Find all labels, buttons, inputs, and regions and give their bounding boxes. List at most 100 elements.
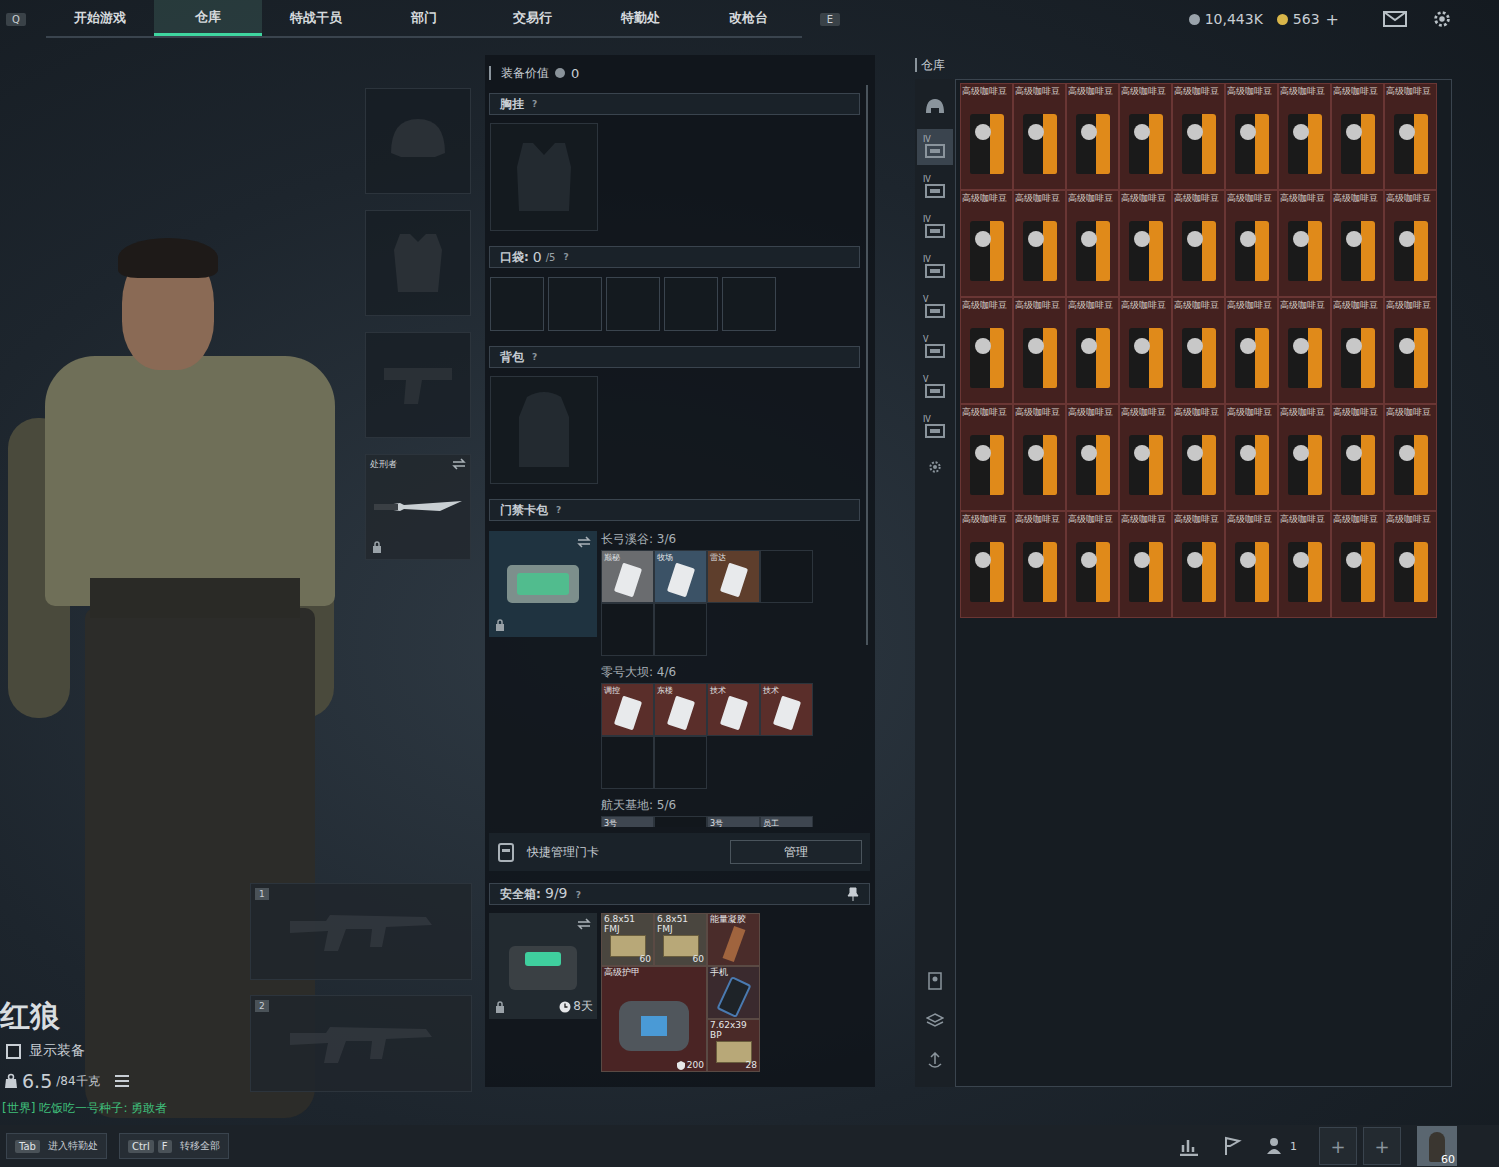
add-currency-button[interactable]: + (1326, 10, 1339, 29)
warehouse-item[interactable]: 高级咖啡豆 (1172, 297, 1225, 404)
backpack-slot[interactable] (490, 376, 598, 484)
warehouse-item[interactable]: 高级咖啡豆 (1384, 404, 1437, 511)
friends-button[interactable]: 1 (1266, 1137, 1297, 1155)
safe-box-item[interactable]: 高级护甲 200 (601, 966, 707, 1072)
pocket-slot[interactable] (490, 277, 544, 331)
invite-slot[interactable]: + (1319, 1127, 1357, 1165)
warehouse-tab[interactable]: V (917, 329, 953, 365)
safe-box-slot[interactable]: 8天 (489, 913, 597, 1019)
safe-box-item[interactable]: 手机 (707, 966, 760, 1019)
keycard-slot[interactable] (601, 603, 654, 656)
warehouse-item[interactable]: 高级咖啡豆 (1331, 190, 1384, 297)
warehouse-item[interactable]: 高级咖啡豆 (960, 190, 1013, 297)
warehouse-item[interactable]: 高级咖啡豆 (1384, 83, 1437, 190)
nav-tab[interactable]: 仓库 (154, 0, 262, 36)
key-hint-button[interactable]: CtrlF转移全部 (119, 1133, 229, 1159)
keycard-slot[interactable]: 3号 (601, 816, 654, 827)
gear-slot[interactable] (365, 88, 471, 194)
swap-icon[interactable] (577, 536, 591, 548)
list-icon[interactable] (114, 1074, 130, 1088)
pocket-slot[interactable] (722, 277, 776, 331)
warehouse-item[interactable]: 高级咖啡豆 (1119, 511, 1172, 618)
invite-slot[interactable]: + (1363, 1127, 1401, 1165)
safe-box-item[interactable]: 6.8x51 FMJ 60 (654, 913, 707, 966)
gear-slot[interactable]: 处刑者 (365, 454, 471, 560)
keycard-slot[interactable]: 东楼 (654, 683, 707, 736)
nav-tab[interactable]: 特勤处 (586, 0, 694, 36)
player-avatar[interactable]: 60 (1417, 1126, 1457, 1166)
warehouse-item[interactable]: 高级咖啡豆 (1331, 404, 1384, 511)
warehouse-tab[interactable]: IV (917, 209, 953, 245)
keycard-slot[interactable]: 牧场 (654, 550, 707, 603)
warehouse-item[interactable]: 高级咖啡豆 (1119, 190, 1172, 297)
safe-box-item[interactable]: 6.8x51 FMJ 60 (601, 913, 654, 966)
pocket-slot[interactable] (606, 277, 660, 331)
warehouse-tab[interactable]: IV (917, 169, 953, 205)
warehouse-item[interactable]: 高级咖啡豆 (1172, 190, 1225, 297)
keycard-slot[interactable]: 员工 (760, 816, 813, 827)
warehouse-item[interactable]: 高级咖啡豆 (1225, 83, 1278, 190)
nav-tab[interactable]: 部门 (370, 0, 478, 36)
warehouse-item[interactable]: 高级咖啡豆 (1013, 404, 1066, 511)
warehouse-item[interactable]: 高级咖啡豆 (1225, 190, 1278, 297)
warehouse-item[interactable]: 高级咖啡豆 (1013, 83, 1066, 190)
warehouse-item[interactable]: 高级咖啡豆 (1278, 511, 1331, 618)
warehouse-item[interactable]: 高级咖啡豆 (1066, 297, 1119, 404)
help-button[interactable]: ? (532, 99, 537, 109)
warehouse-item[interactable]: 高级咖啡豆 (1331, 511, 1384, 618)
keycard-slot[interactable]: 巅秘 (601, 550, 654, 603)
keycard-slot[interactable] (654, 816, 707, 827)
keycard-slot[interactable]: 技术 (707, 683, 760, 736)
warehouse-item[interactable]: 高级咖啡豆 (1119, 83, 1172, 190)
stack-button[interactable] (917, 1003, 953, 1039)
warehouse-item[interactable]: 高级咖啡豆 (1225, 404, 1278, 511)
loadout-scroll[interactable]: 胸挂 ?口袋: 0/5 ?背包 ?门禁卡包 ?长弓溪谷: 3/6巅秘牧场雷达零号… (489, 85, 870, 827)
checkbox[interactable] (6, 1044, 21, 1059)
warehouse-item[interactable]: 高级咖啡豆 (1119, 404, 1172, 511)
keycard-slot[interactable] (760, 550, 813, 603)
show-equipment-checkbox[interactable]: 显示装备 (0, 1042, 250, 1060)
warehouse-item[interactable]: 高级咖啡豆 (1331, 297, 1384, 404)
scrollbar[interactable] (866, 85, 868, 645)
help-button[interactable]: ? (556, 505, 561, 515)
nav-tab[interactable]: 特战干员 (262, 0, 370, 36)
flag-icon[interactable] (1222, 1136, 1244, 1156)
warehouse-item[interactable]: 高级咖啡豆 (1066, 511, 1119, 618)
sort-button[interactable] (917, 1043, 953, 1079)
help-button[interactable]: ? (576, 890, 581, 900)
warehouse-item[interactable]: 高级咖啡豆 (1172, 83, 1225, 190)
warehouse-tab[interactable]: V (917, 289, 953, 325)
weapon-slot[interactable]: 2 (250, 995, 472, 1092)
swap-icon[interactable] (452, 458, 466, 470)
swap-icon[interactable] (577, 918, 591, 930)
pin-icon[interactable] (847, 887, 859, 901)
warehouse-item[interactable]: 高级咖啡豆 (1013, 297, 1066, 404)
nav-tab[interactable]: 交易行 (478, 0, 586, 36)
warehouse-item[interactable]: 高级咖啡豆 (960, 404, 1013, 511)
warehouse-item[interactable]: 高级咖啡豆 (1119, 297, 1172, 404)
safe-box-item[interactable]: 7.62x39 BP 28 (707, 1019, 760, 1072)
warehouse-item[interactable]: 高级咖啡豆 (1013, 511, 1066, 618)
keycard-slot[interactable] (601, 736, 654, 789)
gear-slot[interactable] (365, 210, 471, 316)
warehouse-item[interactable]: 高级咖啡豆 (1066, 83, 1119, 190)
manage-button[interactable]: 管理 (730, 840, 862, 864)
warehouse-item[interactable]: 高级咖啡豆 (1384, 297, 1437, 404)
warehouse-settings[interactable] (917, 449, 953, 485)
key-hint-button[interactable]: Tab进入特勤处 (6, 1133, 107, 1159)
warehouse-item[interactable]: 高级咖啡豆 (960, 297, 1013, 404)
warehouse-item[interactable]: 高级咖啡豆 (1278, 297, 1331, 404)
keycard-slot[interactable] (654, 603, 707, 656)
help-button[interactable]: ? (532, 352, 537, 362)
warehouse-item[interactable]: 高级咖啡豆 (960, 83, 1013, 190)
warehouse-item[interactable]: 高级咖啡豆 (1384, 511, 1437, 618)
chest-rig-slot[interactable] (490, 123, 598, 231)
gear-slot[interactable] (365, 332, 471, 438)
warehouse-item[interactable]: 高级咖啡豆 (1172, 404, 1225, 511)
keycard-case-slot[interactable] (489, 531, 597, 637)
warehouse-tab[interactable]: IV (917, 409, 953, 445)
warehouse-tab[interactable] (917, 89, 953, 125)
keycard-slot[interactable] (654, 736, 707, 789)
stats-icon[interactable] (1178, 1136, 1200, 1156)
warehouse-item[interactable]: 高级咖啡豆 (1066, 404, 1119, 511)
